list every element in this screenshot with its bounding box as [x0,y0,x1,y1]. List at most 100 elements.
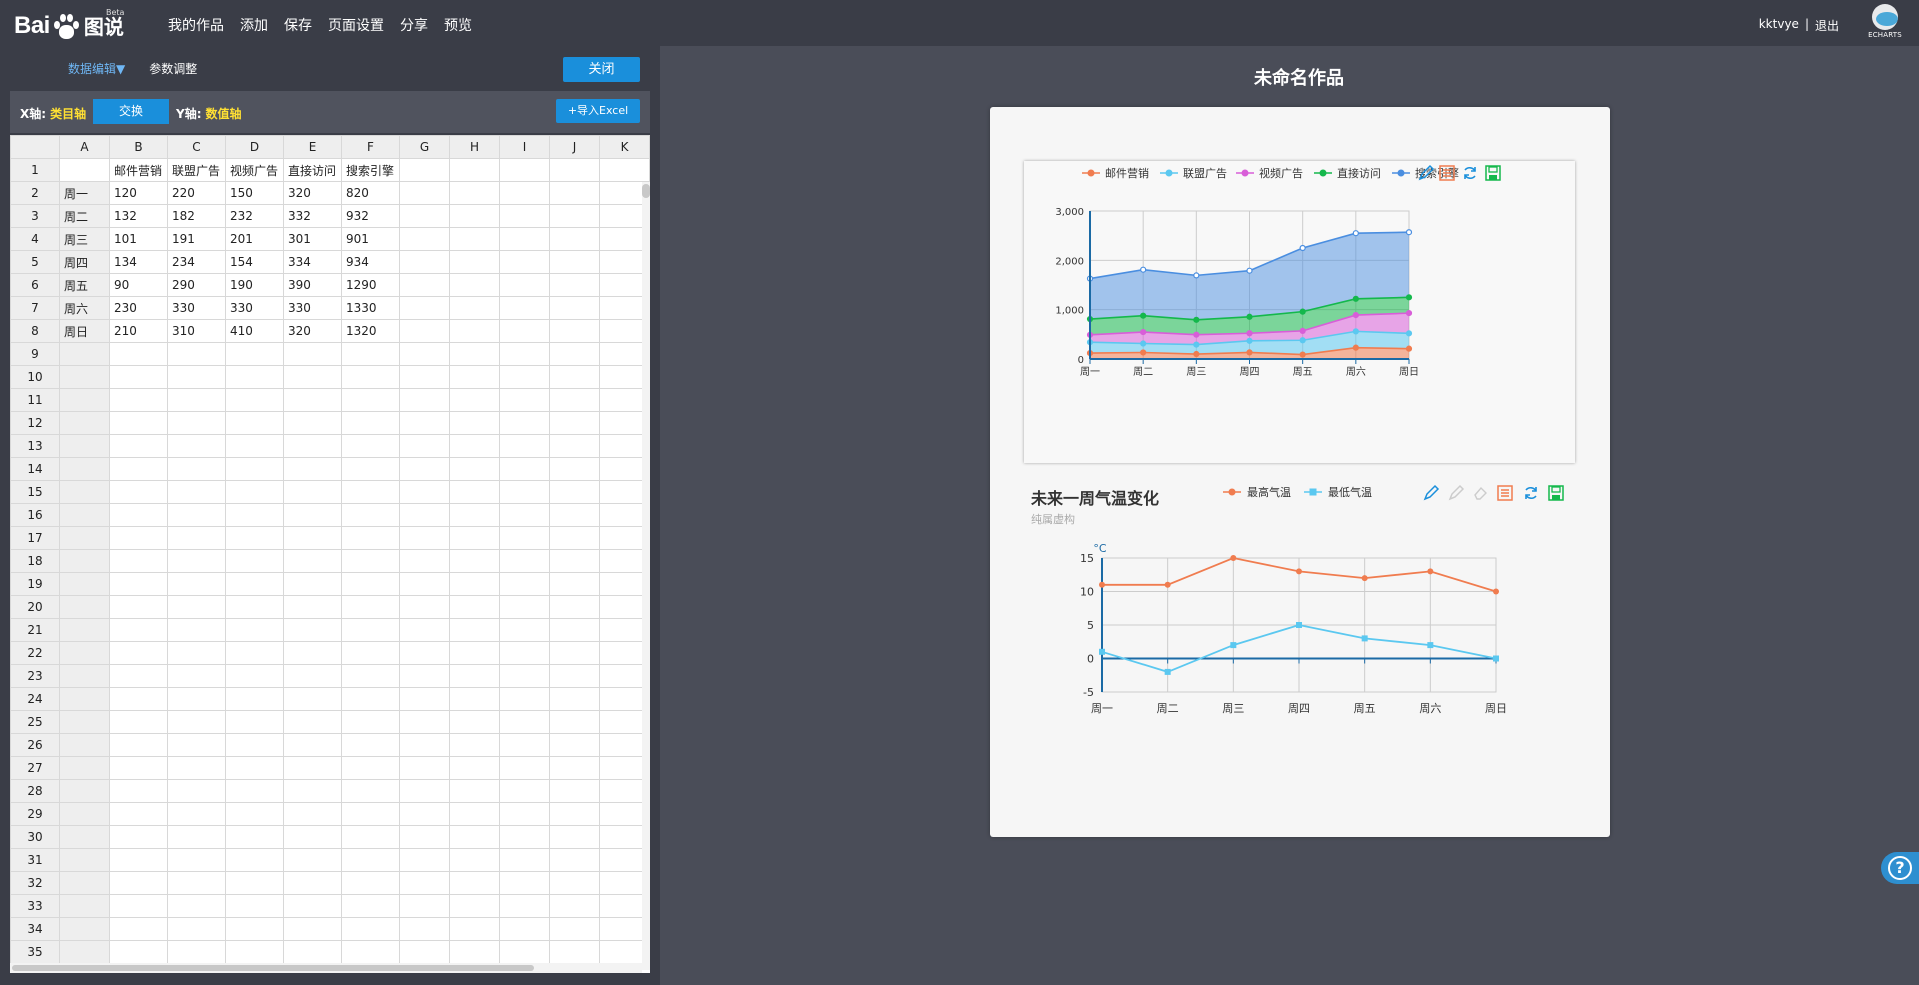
table-cell[interactable] [499,365,550,389]
table-cell[interactable] [399,227,450,251]
table-cell[interactable] [399,158,450,182]
table-cell[interactable] [225,710,284,734]
table-cell[interactable] [449,227,500,251]
table-cell[interactable] [499,848,550,872]
table-cell[interactable] [549,250,600,274]
table-cell[interactable] [499,549,550,573]
row-header[interactable]: 12 [10,411,60,435]
table-cell[interactable] [225,779,284,803]
table-cell[interactable] [59,940,110,964]
column-header[interactable]: B [109,135,168,159]
table-cell[interactable] [109,342,168,366]
table-cell[interactable] [449,641,500,665]
table-cell[interactable] [59,733,110,757]
table-cell[interactable] [225,733,284,757]
table-cell[interactable] [59,710,110,734]
spreadsheet[interactable]: A B C D E F G H I J K 1 邮件营销 联盟广告 视频广告 直接访问 搜索引擎 2 周一 120 22… [10,135,650,973]
row-header[interactable]: 8 [10,319,60,343]
table-cell[interactable] [167,618,226,642]
table-cell[interactable] [59,894,110,918]
table-cell[interactable] [341,411,400,435]
save-image-icon[interactable] [1548,485,1564,501]
table-cell[interactable]: 334 [283,250,342,274]
table-cell[interactable] [109,825,168,849]
table-cell[interactable] [225,342,284,366]
table-cell[interactable] [109,618,168,642]
row-header[interactable]: 4 [10,227,60,251]
table-cell[interactable] [225,687,284,711]
echarts-logo[interactable]: ECHARTS [1865,4,1905,44]
table-cell[interactable] [341,917,400,941]
table-cell[interactable] [341,940,400,964]
nav-add[interactable]: 添加 [240,15,268,35]
table-cell[interactable] [283,572,342,596]
table-cell[interactable] [549,664,600,688]
table-cell[interactable] [449,618,500,642]
table-cell[interactable] [549,319,600,343]
table-cell[interactable] [167,365,226,389]
table-cell[interactable] [549,342,600,366]
table-cell[interactable] [399,641,450,665]
table-cell[interactable] [59,641,110,665]
row-header[interactable]: 11 [10,388,60,412]
column-header[interactable]: G [399,135,450,159]
table-cell[interactable] [59,526,110,550]
table-cell[interactable] [225,641,284,665]
table-cell[interactable] [167,664,226,688]
table-cell[interactable] [341,595,400,619]
table-cell[interactable] [167,848,226,872]
row-header[interactable]: 13 [10,434,60,458]
table-cell[interactable] [549,204,600,228]
table-cell[interactable] [549,480,600,504]
nav-preview[interactable]: 预览 [444,15,472,35]
table-cell[interactable] [499,618,550,642]
table-cell[interactable] [341,434,400,458]
table-cell[interactable] [109,434,168,458]
column-header[interactable]: C [167,135,226,159]
table-cell[interactable] [341,342,400,366]
table-cell[interactable] [449,480,500,504]
username[interactable]: kktvye [1759,17,1799,34]
table-cell[interactable] [549,365,600,389]
table-cell[interactable]: 90 [109,273,168,297]
table-cell[interactable] [549,181,600,205]
column-header[interactable]: I [499,135,550,159]
table-cell[interactable] [59,480,110,504]
table-cell[interactable] [499,710,550,734]
table-cell[interactable] [599,158,650,182]
vertical-scroll-thumb[interactable] [642,184,650,198]
table-cell[interactable] [399,572,450,596]
table-cell[interactable] [109,848,168,872]
table-cell[interactable] [499,503,550,527]
table-cell[interactable] [399,779,450,803]
table-cell[interactable] [499,273,550,297]
table-cell[interactable] [549,871,600,895]
table-cell[interactable] [59,158,110,182]
table-cell[interactable] [225,664,284,688]
table-cell[interactable] [283,825,342,849]
table-cell[interactable] [549,894,600,918]
table-cell[interactable] [499,756,550,780]
table-cell[interactable] [225,365,284,389]
table-cell[interactable] [449,319,500,343]
vertical-scrollbar[interactable] [642,182,650,970]
row-header[interactable]: 14 [10,457,60,481]
table-cell[interactable] [499,802,550,826]
table-cell[interactable] [283,687,342,711]
table-cell[interactable] [499,457,550,481]
table-cell[interactable] [283,848,342,872]
table-cell[interactable] [283,365,342,389]
table-cell[interactable]: 120 [109,181,168,205]
table-cell[interactable] [59,756,110,780]
table-cell[interactable] [399,480,450,504]
table-cell[interactable] [499,733,550,757]
table-cell[interactable] [399,595,450,619]
table-cell[interactable] [449,664,500,688]
table-cell[interactable] [499,917,550,941]
table-cell[interactable]: 210 [109,319,168,343]
table-cell[interactable] [59,457,110,481]
table-cell[interactable] [399,756,450,780]
table-cell[interactable]: 230 [109,296,168,320]
table-cell[interactable] [167,480,226,504]
table-cell[interactable] [449,779,500,803]
